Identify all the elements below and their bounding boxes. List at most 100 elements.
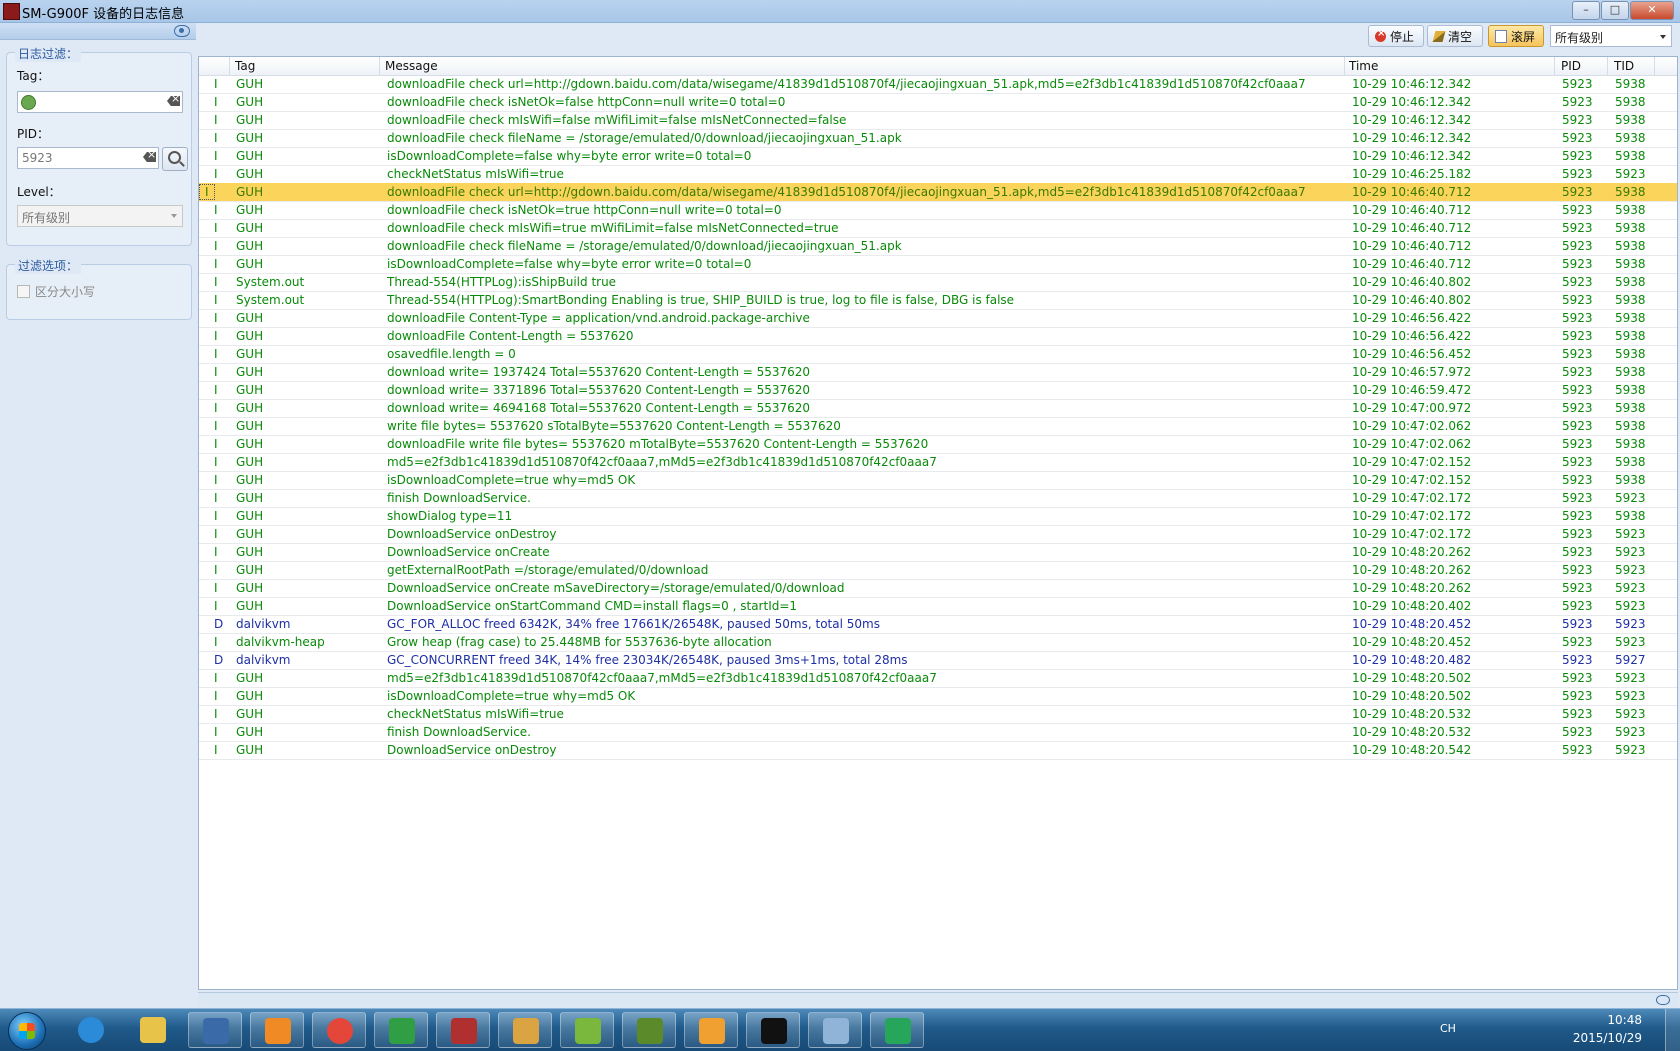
time-cell: 10-29 10:46:40.712 — [1352, 239, 1472, 253]
level-cell: I — [214, 113, 218, 127]
table-row[interactable]: I GUH isDownloadComplete=false why=byte er… — [199, 255, 1677, 274]
table-row[interactable]: I GUH DownloadService onDestroy 10-29 10:47… — [199, 525, 1677, 544]
table-row[interactable]: I GUH downloadFile check fileName = /stora… — [199, 237, 1677, 256]
table-row[interactable]: I GUH isDownloadComplete=false why=byte er… — [199, 147, 1677, 166]
table-row[interactable]: I GUH download write= 1937424 Total=553762… — [199, 363, 1677, 382]
table-row[interactable]: Idalvikvm-heap Grow heap (frag case) to 2… — [199, 633, 1677, 652]
time-cell: 10-29 10:48:20.262 — [1352, 563, 1472, 577]
language-indicator[interactable]: CH — [1440, 1022, 1456, 1035]
level-dropdown[interactable]: 所有级别 — [1550, 25, 1672, 47]
table-row[interactable]: I GUH DownloadService onCreate 10-29 10:48:… — [199, 543, 1677, 562]
header-message[interactable]: Message — [385, 59, 438, 73]
table-row[interactable]: I GUH DownloadService onStartCommand CMD=i… — [199, 597, 1677, 616]
time-cell: 10-29 10:48:20.502 — [1352, 671, 1472, 685]
taskbar-item[interactable] — [250, 1012, 304, 1048]
table-row[interactable]: I GUH md5=e2f3db1c41839d1d510870f42cf0aaa7… — [199, 453, 1677, 472]
table-row[interactable]: I GUH checkNetStatus mIsWifi=true 10-29 10:… — [199, 705, 1677, 724]
table-row[interactable]: I System.out Thread-554(HTTPLog):isShipBui… — [199, 273, 1677, 292]
pid-cell: 5923 — [1562, 491, 1593, 505]
table-row[interactable]: I GUH md5=e2f3db1c41839d1d510870f42cf0aaa7… — [199, 669, 1677, 688]
taskbar-item[interactable] — [126, 1012, 180, 1048]
header-tag[interactable]: Tag — [235, 59, 255, 73]
message-cell: DownloadService onCreate mSaveDirectory=… — [387, 581, 845, 595]
table-row[interactable]: I GUH downloadFile check mIsWifi=true mWif… — [199, 219, 1677, 238]
time-cell: 10-29 10:47:02.062 — [1352, 437, 1472, 451]
clock-time[interactable]: 10:48 — [1607, 1013, 1642, 1027]
maximize-button[interactable]: □ — [1601, 1, 1629, 20]
level-cell: I — [214, 77, 218, 91]
taskbar-item[interactable] — [684, 1012, 738, 1048]
table-row[interactable]: I GUH DownloadService onCreate mSaveDirect… — [199, 579, 1677, 598]
table-row[interactable]: I System.out Thread-554(HTTPLog):SmartBond… — [199, 291, 1677, 310]
case-sensitive-checkbox[interactable] — [17, 285, 30, 298]
taskbar-item[interactable] — [374, 1012, 428, 1048]
tid-cell: 5923 — [1615, 707, 1646, 721]
log-table[interactable]: Tag Message Time PID TID I GUH downloadFil… — [198, 56, 1678, 990]
taskbar-item[interactable] — [64, 1012, 118, 1048]
tid-cell: 5938 — [1615, 95, 1646, 109]
eye-icon[interactable] — [1656, 995, 1670, 1005]
level-select[interactable]: 所有级别 — [17, 205, 183, 227]
table-row[interactable]: I GUH downloadFile check url=http://gdown.… — [199, 75, 1677, 94]
search-button[interactable] — [162, 147, 188, 171]
ie-icon — [78, 1017, 104, 1043]
stop-label: 停止 — [1390, 29, 1415, 44]
table-row[interactable]: I GUH isDownloadComplete=true why=md5 OK 10… — [199, 687, 1677, 706]
tid-cell: 5938 — [1615, 185, 1646, 199]
start-button[interactable] — [8, 1012, 46, 1050]
table-row[interactable]: I GUH showDialog type=11 10-29 10:47:02.172… — [199, 507, 1677, 526]
table-row[interactable]: I GUH osavedfile.length = 0 10-29 10:46:56.… — [199, 345, 1677, 364]
clear-button[interactable]: 清空 — [1427, 25, 1483, 47]
colorful-icon — [699, 1018, 725, 1044]
table-row[interactable]: I GUH download write= 3371896 Total=553762… — [199, 381, 1677, 400]
header-tid[interactable]: TID — [1614, 59, 1634, 73]
taskbar-item[interactable] — [560, 1012, 614, 1048]
table-row[interactable]: I GUH DownloadService onDestroy 10-29 10:48… — [199, 741, 1677, 760]
header-pid[interactable]: PID — [1561, 59, 1581, 73]
table-row[interactable]: I GUH download write= 4694168 Total=553762… — [199, 399, 1677, 418]
clock-date[interactable]: 2015/10/29 — [1573, 1031, 1642, 1045]
tag-cell: GUH — [236, 311, 264, 325]
table-row[interactable]: I GUH isDownloadComplete=true why=md5 OK 10… — [199, 471, 1677, 490]
taskbar-item[interactable] — [188, 1012, 242, 1048]
table-row[interactable]: I GUH finish DownloadService. 10-29 10:47:0… — [199, 489, 1677, 508]
table-row[interactable]: I GUH getExternalRootPath =/storage/emulat… — [199, 561, 1677, 580]
table-row[interactable]: I GUH downloadFile Content-Type = applicat… — [199, 309, 1677, 328]
taskbar-item[interactable] — [312, 1012, 366, 1048]
table-row[interactable]: I GUH checkNetStatus mIsWifi=true 10-29 10:… — [199, 165, 1677, 184]
taskbar-item[interactable] — [436, 1012, 490, 1048]
table-row[interactable]: I GUH downloadFile check fileName = /stora… — [199, 129, 1677, 148]
tag-input[interactable] — [17, 91, 183, 113]
scroll-button[interactable]: 滚屏 — [1488, 25, 1544, 47]
clear-pid-icon[interactable] — [143, 152, 156, 162]
eye-icon[interactable] — [174, 25, 190, 37]
table-row[interactable]: I GUH finish DownloadService. 10-29 10:48:2… — [199, 723, 1677, 742]
taskbar-item[interactable] — [808, 1012, 862, 1048]
table-row[interactable]: I GUH downloadFile write file bytes= 55376… — [199, 435, 1677, 454]
taskbar-item[interactable] — [746, 1012, 800, 1048]
table-row[interactable]: I GUH downloadFile check isNetOk=true http… — [199, 201, 1677, 220]
taskbar-item[interactable] — [622, 1012, 676, 1048]
stop-button[interactable]: 停止 — [1368, 25, 1424, 47]
taskbar-item[interactable] — [870, 1012, 924, 1048]
clear-tag-icon[interactable] — [167, 96, 180, 106]
table-row[interactable]: I GUH downloadFile check mIsWifi=false mWi… — [199, 111, 1677, 130]
table-row[interactable]: I GUH downloadFile check isNetOk=false htt… — [199, 93, 1677, 112]
broom-icon — [1432, 30, 1446, 42]
minimize-button[interactable]: – — [1572, 1, 1600, 20]
taskbar-item[interactable] — [498, 1012, 552, 1048]
table-row[interactable]: Ddalvikvm GC_FOR_ALLOC freed 6342K, 34% f… — [199, 615, 1677, 634]
table-row[interactable]: I GUH write file bytes= 5537620 sTotalByte… — [199, 417, 1677, 436]
message-cell: downloadFile write file bytes= 5537620 m… — [387, 437, 929, 451]
table-row[interactable]: I GUH downloadFile Content-Length = 553762… — [199, 327, 1677, 346]
header-time[interactable]: Time — [1349, 59, 1378, 73]
close-button[interactable]: ✕ — [1630, 1, 1674, 20]
time-cell: 10-29 10:46:12.342 — [1352, 95, 1472, 109]
horizontal-scrollbar[interactable] — [198, 992, 1678, 1007]
level-cell: I — [214, 293, 218, 307]
table-row[interactable]: Ddalvikvm GC_CONCURRENT freed 34K, 14% fr… — [199, 651, 1677, 670]
show-desktop-button[interactable] — [1665, 1009, 1680, 1051]
message-cell: downloadFile check url=http://gdown.baid… — [387, 185, 1306, 199]
table-row[interactable]: I GUH downloadFile check url=http://gdown.… — [199, 183, 1677, 202]
pid-input[interactable]: 5923 — [17, 147, 159, 169]
